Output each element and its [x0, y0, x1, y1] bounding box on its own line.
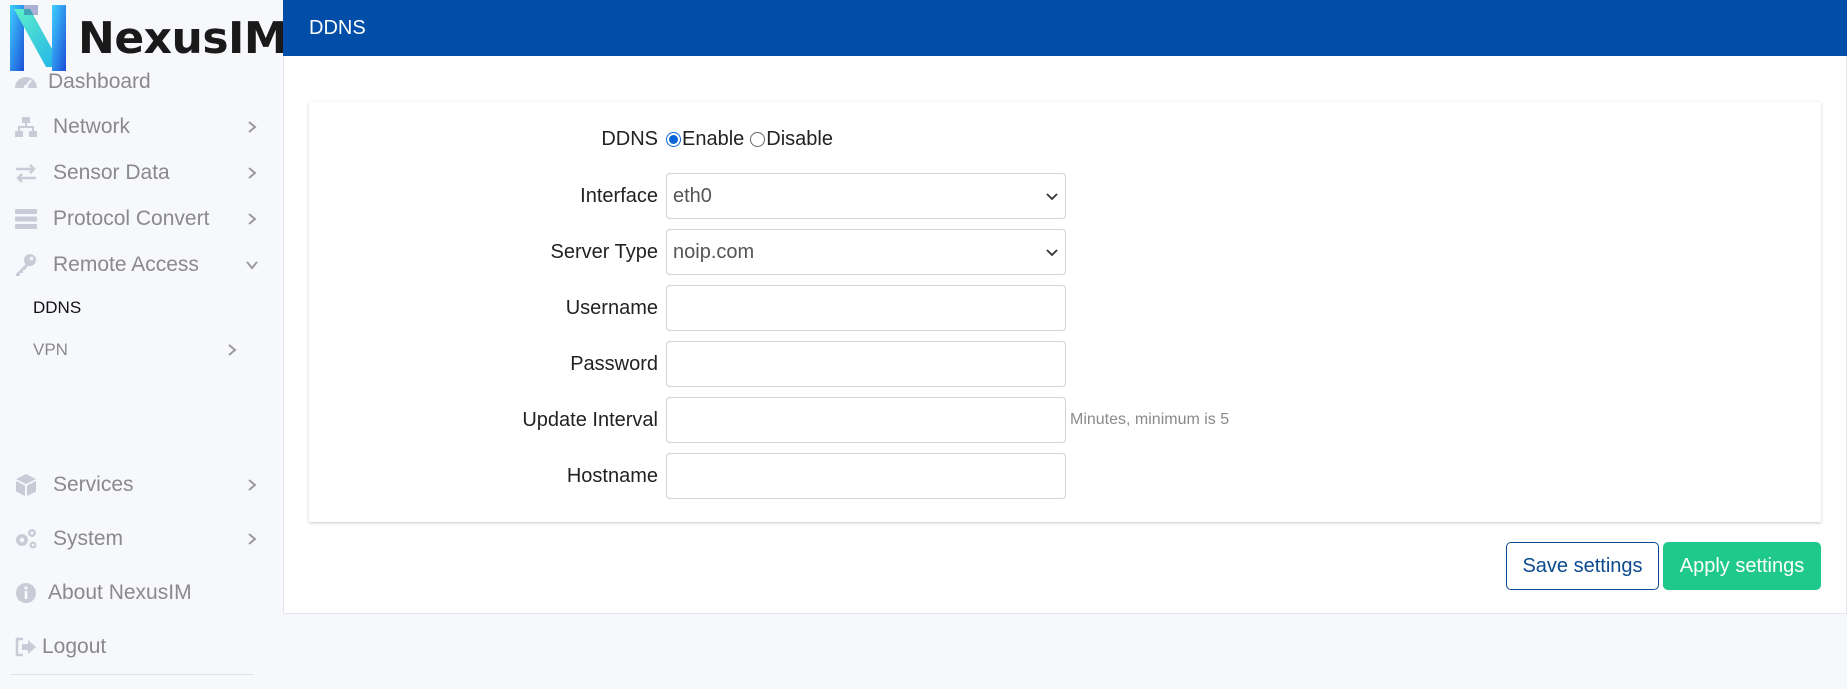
ddns-enable-label[interactable]: Enable [682, 128, 744, 151]
sidebar-item-network[interactable]: Network [0, 107, 264, 147]
chevron-down-icon [1045, 245, 1059, 259]
sidebar-item-label: Network [53, 115, 131, 138]
ddns-enable-radio[interactable] [666, 131, 681, 147]
chevron-right-icon [244, 119, 260, 135]
hostname-label: Hostname [566, 464, 658, 487]
update-interval-hint: Minutes, minimum is 5 [1070, 411, 1230, 428]
ddns-form: DDNS Enable Disable Interface eth0 Serve… [309, 102, 1821, 522]
sidebar-item-remote-access[interactable]: Remote Access [0, 245, 264, 285]
row-server-type: Server Type noip.com [309, 229, 1821, 275]
chevron-right-icon [244, 477, 260, 493]
sidebar-item-sensor-data[interactable]: Sensor Data [0, 153, 264, 193]
interface-select-value: eth0 [673, 184, 712, 207]
hostname-input[interactable] [666, 453, 1066, 499]
arrows-exchange-icon [12, 159, 40, 187]
save-settings-button[interactable]: Save settings [1506, 542, 1659, 590]
server-stack-icon [12, 205, 40, 233]
logout-icon [12, 633, 40, 661]
password-label: Password [570, 352, 658, 375]
ddns-label: DDNS [601, 127, 658, 150]
chevron-down-icon [244, 257, 260, 273]
interface-label: Interface [580, 184, 658, 207]
apply-settings-button[interactable]: Apply settings [1663, 542, 1821, 590]
server-type-select[interactable]: noip.com [666, 229, 1066, 275]
page-title: DDNS [309, 16, 366, 39]
sidebar-item-label: Services [53, 473, 134, 496]
sidebar-item-label: Dashboard [48, 70, 151, 93]
sidebar-item-dashboard[interactable]: Dashboard [0, 62, 264, 102]
sidebar-item-label: System [53, 527, 124, 550]
sidebar-subitem-vpn[interactable]: VPN [0, 332, 264, 368]
page-header: DDNS [283, 0, 1847, 56]
speedometer-icon [12, 68, 40, 96]
chevron-right-icon [244, 211, 260, 227]
cube-icon [12, 471, 40, 499]
sidebar-item-services[interactable]: Services [0, 465, 264, 505]
row-ddns: DDNS Enable Disable [309, 116, 1821, 162]
brand-name: NexusIM [78, 12, 288, 64]
update-interval-label: Update Interval [522, 408, 658, 431]
sidebar-subitem-label: DDNS [33, 298, 82, 317]
ddns-disable-label[interactable]: Disable [766, 128, 833, 151]
row-password: Password [309, 341, 1821, 387]
username-input[interactable] [666, 285, 1066, 331]
chevron-right-icon [244, 165, 260, 181]
server-type-label: Server Type [550, 240, 658, 263]
sidebar-item-logout[interactable]: Logout [0, 627, 264, 667]
sidebar-subitem-ddns[interactable]: DDNS [0, 290, 264, 326]
chevron-right-icon [244, 531, 260, 547]
password-input[interactable] [666, 341, 1066, 387]
sidebar-item-label: Remote Access [53, 253, 199, 276]
sidebar-item-about[interactable]: About NexusIM [0, 573, 264, 613]
chevron-down-icon [1045, 189, 1059, 203]
sidebar-item-system[interactable]: System [0, 519, 264, 559]
interface-select[interactable]: eth0 [666, 173, 1066, 219]
row-username: Username [309, 285, 1821, 331]
row-update-interval: Update Interval Minutes, minimum is 5 [309, 397, 1821, 443]
sidebar-item-label: Sensor Data [53, 161, 170, 184]
username-label: Username [565, 296, 658, 319]
sidebar-item-label: Protocol Convert [53, 207, 210, 230]
key-icon [12, 251, 40, 279]
info-icon [12, 579, 40, 607]
ddns-radio-group: Enable Disable [666, 116, 839, 162]
sidebar-divider [10, 674, 254, 675]
network-icon [12, 113, 40, 141]
update-interval-input[interactable] [666, 397, 1066, 443]
sidebar-item-label: Logout [42, 635, 107, 658]
server-type-select-value: noip.com [673, 240, 755, 263]
sidebar-item-protocol-convert[interactable]: Protocol Convert [0, 199, 264, 239]
row-interface: Interface eth0 [309, 173, 1821, 219]
ddns-disable-radio[interactable] [750, 131, 766, 147]
sidebar-item-label: About NexusIM [48, 581, 192, 604]
sidebar-subitem-label: VPN [33, 340, 68, 359]
row-hostname: Hostname [309, 453, 1821, 499]
gears-icon [12, 525, 40, 553]
sidebar: NexusIM Dashboard Network Sensor Data Pr… [0, 0, 288, 689]
chevron-right-icon [224, 342, 240, 358]
